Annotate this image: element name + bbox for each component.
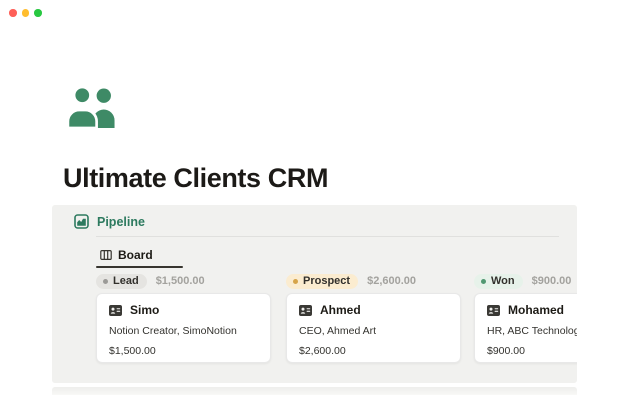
- close-window-button[interactable]: [9, 9, 17, 17]
- tab-board[interactable]: Board: [96, 246, 155, 268]
- board-column-won: Won $900.00 Mohamed HR, ABC Technology: [474, 273, 577, 363]
- active-tab-indicator: [96, 266, 183, 268]
- column-header: Lead $1,500.00: [96, 273, 271, 289]
- card-name: Mohamed: [508, 303, 564, 317]
- next-section-peek: [52, 387, 577, 395]
- status-dot-icon: [293, 279, 298, 284]
- chart-icon: [74, 214, 89, 229]
- notion-window: Ultimate Clients CRM Pipeline Board: [0, 0, 640, 400]
- column-header: Won $900.00: [474, 273, 577, 289]
- crm-card[interactable]: Mohamed HR, ABC Technology $900.00: [474, 293, 577, 363]
- card-subtitle: Notion Creator, SimoNotion: [109, 325, 258, 337]
- pipeline-header[interactable]: Pipeline: [74, 214, 145, 229]
- status-pill[interactable]: Lead: [96, 274, 147, 289]
- board-column-prospect: Prospect $2,600.00 Ahmed CEO, Ahmed Art: [286, 273, 461, 363]
- status-pill[interactable]: Prospect: [286, 274, 358, 289]
- board-icon: [100, 249, 112, 261]
- tab-board-label: Board: [118, 248, 153, 262]
- minimize-window-button[interactable]: [22, 9, 30, 17]
- card-amount: $2,600.00: [299, 345, 448, 357]
- page-title: Ultimate Clients CRM: [63, 163, 328, 194]
- status-label: Won: [491, 275, 515, 287]
- contact-card-icon: [299, 305, 312, 316]
- card-amount: $900.00: [487, 345, 577, 357]
- zoom-window-button[interactable]: [34, 9, 42, 17]
- people-icon: [66, 86, 118, 128]
- card-amount: $1,500.00: [109, 345, 258, 357]
- pipeline-database: Pipeline Board Lead $1,500.00: [52, 205, 577, 383]
- card-name: Ahmed: [320, 303, 361, 317]
- board-column-lead: Lead $1,500.00 Simo Notion Creator, Simo…: [96, 273, 271, 363]
- card-subtitle: HR, ABC Technology: [487, 325, 577, 337]
- status-pill[interactable]: Won: [474, 274, 523, 289]
- contact-card-icon: [487, 305, 500, 316]
- card-name: Simo: [130, 303, 159, 317]
- traffic-lights: [9, 9, 42, 17]
- crm-card[interactable]: Ahmed CEO, Ahmed Art $2,600.00: [286, 293, 461, 363]
- card-subtitle: CEO, Ahmed Art: [299, 325, 448, 337]
- column-sum: $1,500.00: [156, 275, 205, 287]
- contact-card-icon: [109, 305, 122, 316]
- status-label: Lead: [113, 275, 139, 287]
- column-sum: $2,600.00: [367, 275, 416, 287]
- status-dot-icon: [103, 279, 108, 284]
- pipeline-title: Pipeline: [97, 215, 145, 229]
- column-header: Prospect $2,600.00: [286, 273, 461, 289]
- status-dot-icon: [481, 279, 486, 284]
- crm-card[interactable]: Simo Notion Creator, SimoNotion $1,500.0…: [96, 293, 271, 363]
- column-sum: $900.00: [532, 275, 572, 287]
- divider: [96, 236, 559, 237]
- status-label: Prospect: [303, 275, 350, 287]
